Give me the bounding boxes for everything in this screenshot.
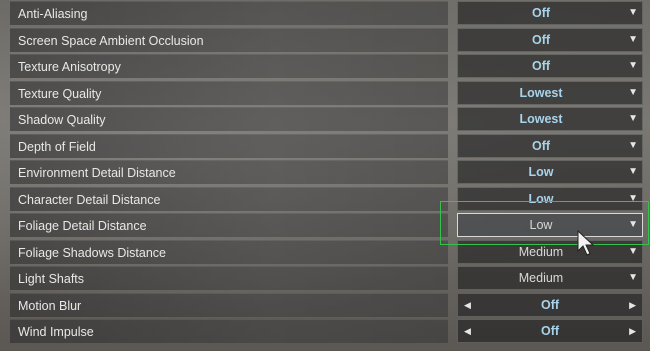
setting-label: Wind Impulse: [18, 325, 94, 339]
setting-value: Low: [529, 218, 553, 232]
setting-label: Light Shafts: [18, 272, 85, 286]
setting-label-cell: Wind Impulse: [10, 319, 448, 343]
setting-value: Low: [528, 191, 554, 206]
ssao-dropdown[interactable]: Off ▼: [457, 27, 643, 52]
mouse-pointer-icon: [577, 230, 595, 256]
triangle-down-icon: ▼: [628, 7, 638, 18]
setting-label-cell: Motion Blur: [10, 292, 448, 317]
setting-label-cell: Environment Detail Distance: [10, 160, 448, 184]
setting-row-shadow-quality: Shadow Quality Lowest ▼: [10, 107, 650, 131]
setting-value: Off: [531, 59, 551, 73]
setting-row-foliage-detail-distance: Foliage Detail Distance Low ▼: [10, 213, 650, 237]
setting-value: Medium: [518, 271, 564, 285]
setting-row-texture-anisotropy: Texture Anisotropy Off ▼: [10, 54, 650, 78]
motion-blur-stepper: ◀ Off ▶: [457, 292, 643, 317]
setting-label: Motion Blur: [18, 298, 82, 313]
setting-row-character-detail-distance: Character Detail Distance Low ▼: [10, 186, 650, 211]
triangle-down-icon: ▼: [628, 33, 638, 45]
graphics-settings-list: Anti-Aliasing Off ▼ Screen Space Ambient…: [10, 1, 650, 346]
setting-label-cell: Screen Space Ambient Occlusion: [10, 27, 448, 52]
triangle-down-icon: ▼: [628, 166, 638, 177]
setting-value: Off: [540, 297, 560, 312]
anti-aliasing-dropdown[interactable]: Off ▼: [457, 1, 643, 25]
setting-label-cell: Character Detail Distance: [10, 186, 448, 211]
environment-detail-distance-dropdown[interactable]: Low ▼: [457, 160, 643, 184]
setting-row-anti-aliasing: Anti-Aliasing Off ▼: [10, 1, 650, 25]
setting-label: Texture Anisotropy: [18, 60, 121, 74]
triangle-down-icon: ▼: [628, 60, 638, 71]
triangle-down-icon: ▼: [628, 192, 638, 204]
setting-row-depth-of-field: Depth of Field Off ▼: [10, 133, 650, 158]
setting-row-wind-impulse: Wind Impulse ◀ Off ▶: [10, 319, 650, 343]
triangle-down-icon: ▼: [628, 113, 638, 124]
setting-row-motion-blur: Motion Blur ◀ Off ▶: [10, 292, 650, 317]
setting-label-cell: Shadow Quality: [10, 107, 448, 131]
triangle-down-icon: ▼: [628, 86, 638, 98]
setting-value: Off: [531, 6, 551, 20]
triangle-right-icon[interactable]: ▶: [629, 300, 636, 311]
wind-impulse-stepper: ◀ Off ▶: [457, 319, 643, 343]
triangle-right-icon[interactable]: ▶: [629, 326, 636, 337]
setting-value: Lowest: [519, 85, 563, 100]
setting-label: Environment Detail Distance: [18, 166, 176, 180]
setting-label-cell: Texture Quality: [10, 80, 448, 105]
triangle-left-icon[interactable]: ◀: [464, 300, 471, 311]
texture-quality-dropdown[interactable]: Lowest ▼: [457, 80, 643, 105]
setting-value: Off: [531, 138, 551, 153]
setting-row-texture-quality: Texture Quality Lowest ▼: [10, 80, 650, 105]
setting-label: Foliage Shadows Distance: [18, 245, 166, 260]
setting-label-cell: Foliage Shadows Distance: [10, 239, 448, 264]
setting-value: Medium: [518, 244, 564, 259]
texture-anisotropy-dropdown[interactable]: Off ▼: [457, 54, 643, 78]
setting-row-foliage-shadows-distance: Foliage Shadows Distance Medium ▼: [10, 239, 650, 264]
triangle-down-icon: ▼: [628, 219, 638, 230]
triangle-down-icon: ▼: [628, 245, 638, 257]
triangle-down-icon: ▼: [628, 272, 638, 283]
foliage-shadows-distance-dropdown[interactable]: Medium ▼: [457, 239, 643, 264]
setting-label-cell: Texture Anisotropy: [10, 54, 448, 78]
setting-label: Shadow Quality: [18, 113, 106, 127]
setting-label-cell: Light Shafts: [10, 266, 448, 290]
depth-of-field-dropdown[interactable]: Off ▼: [457, 133, 643, 158]
setting-value: Off: [531, 32, 551, 47]
setting-value: Low: [528, 165, 554, 179]
foliage-detail-distance-dropdown[interactable]: Low ▼: [457, 213, 643, 237]
light-shafts-dropdown[interactable]: Medium ▼: [457, 266, 643, 290]
setting-label: Screen Space Ambient Occlusion: [18, 33, 204, 48]
setting-label: Foliage Detail Distance: [18, 219, 147, 233]
setting-label: Depth of Field: [18, 139, 96, 154]
setting-row-ssao: Screen Space Ambient Occlusion Off ▼: [10, 27, 650, 52]
setting-label-cell: Anti-Aliasing: [10, 1, 448, 25]
setting-row-environment-detail-distance: Environment Detail Distance Low ▼: [10, 160, 650, 184]
setting-label-cell: Depth of Field: [10, 133, 448, 158]
triangle-down-icon: ▼: [628, 139, 638, 151]
setting-label: Texture Quality: [18, 86, 102, 101]
setting-value: Off: [540, 324, 560, 338]
character-detail-distance-dropdown[interactable]: Low ▼: [457, 186, 643, 211]
setting-label: Character Detail Distance: [18, 192, 161, 207]
setting-row-light-shafts: Light Shafts Medium ▼: [10, 266, 650, 290]
setting-label: Anti-Aliasing: [18, 7, 88, 21]
triangle-left-icon[interactable]: ◀: [464, 326, 471, 337]
shadow-quality-dropdown[interactable]: Lowest ▼: [457, 107, 643, 131]
setting-value: Lowest: [519, 112, 563, 126]
setting-label-cell: Foliage Detail Distance: [10, 213, 448, 237]
